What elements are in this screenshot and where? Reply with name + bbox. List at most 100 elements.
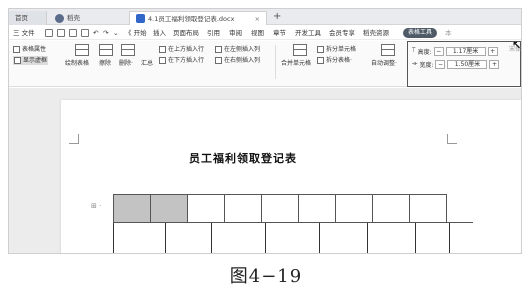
- app-window: 首页 稻壳 4.1员工福利领取登记表.docx × + 三 文件 ↶ ↷ ⌄ 《 …: [8, 8, 522, 254]
- erase-button[interactable]: 擦除: [99, 59, 111, 68]
- height-label: 高度:: [417, 48, 432, 56]
- export-pdf-icon[interactable]: [57, 29, 65, 37]
- cell-size-group: ⟙ 高度: − 1.17厘米 + ⟛ 宽度: − 1.50厘米 +: [407, 41, 521, 87]
- insert-column-right-button[interactable]: 在右侧插入列: [215, 56, 260, 65]
- summary-label: 汇总: [141, 60, 154, 67]
- merge-cells-button[interactable]: 合并单元格: [281, 59, 311, 68]
- new-tab-button[interactable]: +: [273, 10, 281, 24]
- save-icon[interactable]: [45, 29, 53, 37]
- tab-document[interactable]: 4.1员工福利领取登记表.docx ×: [129, 11, 267, 25]
- insert-row-above-button[interactable]: 在上方插入行: [159, 45, 204, 54]
- cell-border: [319, 223, 320, 253]
- menu-member[interactable]: 会员专享: [329, 26, 355, 40]
- more-icon[interactable]: ⌄: [113, 26, 118, 40]
- show-gridlines-label: 显示虚框: [23, 57, 48, 64]
- table-cell[interactable]: [298, 194, 336, 223]
- table-row: [113, 194, 447, 223]
- insert-column-left-button[interactable]: 在左侧插入列: [215, 45, 260, 54]
- width-decrease-button[interactable]: −: [435, 59, 446, 69]
- height-decrease-button[interactable]: −: [433, 46, 444, 56]
- menu-more[interactable]: 本: [445, 26, 452, 40]
- width-icon: ⟛: [412, 60, 418, 67]
- show-gridlines-button[interactable]: 显示虚框: [13, 56, 49, 65]
- height-icon: ⟙: [412, 47, 416, 54]
- height-increase-button[interactable]: +: [487, 46, 498, 56]
- table-properties-button[interactable]: 表格属性: [13, 45, 46, 54]
- table-cell[interactable]: [187, 194, 225, 223]
- delete-table-icon: [121, 44, 135, 56]
- menu-table-tools[interactable]: 表格工具: [403, 28, 438, 38]
- tab-home[interactable]: 首页: [9, 11, 47, 25]
- autofit-button[interactable]: 自动调整·: [371, 59, 397, 68]
- insert-column-right-label: 在右侧插入列: [224, 57, 261, 64]
- draw-table-button[interactable]: 绘制表格: [65, 59, 89, 68]
- document-area[interactable]: 员工福利领取登记表 ⊞ ·: [9, 88, 521, 253]
- menu-bar: 三 文件 ↶ ↷ ⌄ 《 开始 插入 页面布局 引用 审阅 视图 章节 开发工具…: [9, 26, 521, 40]
- insert-row-below-label: 在下方插入行: [168, 57, 205, 64]
- ribbon-separator: [275, 45, 276, 79]
- document-table[interactable]: [113, 194, 447, 223]
- menu-review[interactable]: 审阅: [229, 26, 242, 40]
- margin-corner-mark: [447, 134, 457, 144]
- insert-row-below-icon: [159, 57, 166, 64]
- draw-table-icon: [75, 44, 89, 56]
- table-properties-label: 表格属性: [22, 46, 47, 53]
- table-properties-icon: [13, 46, 20, 53]
- menu-file[interactable]: 三 文件: [13, 26, 35, 40]
- insert-row-below-button[interactable]: 在下方插入行: [159, 56, 204, 65]
- table-cell[interactable]: [372, 194, 410, 223]
- table-move-handle-icon[interactable]: ⊞ ·: [91, 202, 101, 210]
- menu-developer[interactable]: 开发工具: [295, 26, 321, 40]
- autofit-label: 自动调整·: [371, 60, 397, 67]
- menu-chapter[interactable]: 章节: [273, 26, 286, 40]
- table-cell-selected[interactable]: [150, 194, 188, 223]
- figure-caption: 图4−19: [229, 266, 303, 287]
- table-cell[interactable]: [224, 194, 262, 223]
- redo-icon[interactable]: ↷: [103, 26, 108, 40]
- menu-page-layout[interactable]: 页面布局: [173, 26, 199, 40]
- tab-bar: 首页 稻壳 4.1员工福利领取登记表.docx × +: [9, 9, 521, 25]
- insert-row-above-label: 在上方插入行: [168, 46, 205, 53]
- table-cell[interactable]: [261, 194, 299, 223]
- insert-column-right-icon: [215, 57, 222, 64]
- height-input[interactable]: 1.17厘米: [445, 46, 486, 56]
- print-preview-icon[interactable]: [81, 29, 89, 37]
- insert-column-left-icon: [215, 46, 222, 53]
- delete-button[interactable]: 删除·: [119, 59, 133, 68]
- merge-cells-icon: [293, 44, 307, 56]
- cell-border: [165, 223, 166, 253]
- cell-border: [415, 223, 416, 253]
- menu-start[interactable]: 《 开始: [125, 26, 147, 40]
- width-input[interactable]: 1.50厘米: [447, 59, 488, 69]
- split-table-button[interactable]: 拆分表格·: [317, 56, 352, 65]
- menu-insert[interactable]: 插入: [153, 26, 166, 40]
- insert-column-left-label: 在左侧插入列: [224, 46, 261, 53]
- document-title: 员工福利领取登记表: [189, 152, 297, 165]
- menu-view[interactable]: 视图: [251, 26, 264, 40]
- width-row: ⟛ 宽度: − 1.50厘米 +: [412, 59, 500, 69]
- split-cells-icon: [317, 46, 324, 53]
- width-increase-button[interactable]: +: [489, 59, 500, 69]
- split-table-icon: [317, 57, 324, 64]
- menu-daoke-resources[interactable]: 稻壳资源: [363, 26, 389, 40]
- table-cell-selected[interactable]: [113, 194, 151, 223]
- height-row: ⟙ 高度: − 1.17厘米 +: [412, 46, 498, 56]
- word-doc-icon: [136, 14, 145, 23]
- print-icon[interactable]: [69, 29, 77, 37]
- close-icon[interactable]: ×: [255, 12, 260, 26]
- cell-border: [113, 223, 114, 253]
- mouse-cursor-icon: ↖B: [512, 39, 522, 52]
- margin-corner-mark: [69, 134, 79, 144]
- daoke-icon: [55, 13, 64, 23]
- cell-border: [367, 223, 368, 253]
- table-cell[interactable]: [335, 194, 373, 223]
- summary-button[interactable]: 汇总: [141, 59, 153, 68]
- undo-icon[interactable]: ↶: [93, 26, 98, 40]
- split-cells-button[interactable]: 拆分单元格: [317, 45, 356, 54]
- table-cell[interactable]: [409, 194, 447, 223]
- table-row[interactable]: [113, 222, 473, 253]
- draw-table-label: 绘制表格: [65, 60, 90, 67]
- tab-daoke[interactable]: 稻壳: [49, 11, 127, 25]
- split-cells-label: 拆分单元格: [326, 46, 357, 53]
- menu-references[interactable]: 引用: [207, 26, 220, 40]
